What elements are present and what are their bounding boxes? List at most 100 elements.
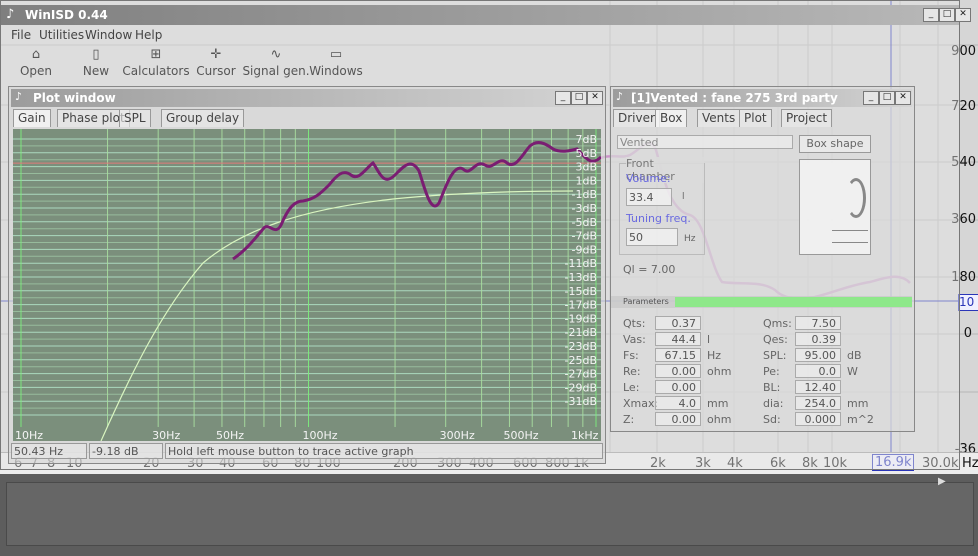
driver-param-value[interactable]: 0.0 — [795, 364, 841, 378]
driver-param-value[interactable]: 254.0 — [795, 396, 841, 410]
driver-param-value[interactable]: 67.15 — [655, 348, 701, 362]
driver-param-name: Xmax: — [623, 397, 659, 410]
tab-box[interactable]: Box — [655, 109, 688, 127]
windows-button[interactable]: ▭ Windows — [301, 46, 371, 79]
db-axis-label: 1dB — [575, 174, 597, 187]
volume-label: Volume: — [626, 172, 671, 185]
tab-driver[interactable]: Driver — [613, 109, 660, 127]
tab-spl[interactable]: SPL — [119, 109, 151, 127]
maximize-icon[interactable]: □ — [571, 91, 587, 105]
driver-param-name: Qts: — [623, 317, 646, 330]
db-axis-label: -13dB — [565, 271, 598, 284]
close-icon[interactable]: ✕ — [587, 91, 603, 105]
tuning-freq-label: Tuning freq. — [626, 212, 691, 225]
title-bar[interactable]: ♪ WinISD 0.44 _ □ ✕ — [1, 5, 971, 25]
vent-line — [832, 230, 868, 231]
driver-param-value[interactable]: 44.4 — [655, 332, 701, 346]
gain-plot-area[interactable]: 7dB 5dB 3dB 1dB -1dB -3dB -5dB -7dB -9dB -11dB -13… — [13, 129, 601, 441]
freq-axis-label: 30Hz — [152, 429, 180, 441]
tab-project[interactable]: Project — [781, 109, 833, 127]
db-axis-label: -27dB — [565, 368, 598, 381]
speaker-icon — [846, 178, 866, 218]
menu-help[interactable]: Help — [135, 28, 162, 42]
db-axis-label: 3dB — [575, 161, 597, 174]
driver-param-name: Qms: — [763, 317, 792, 330]
driver-param-value[interactable]: 0.39 — [795, 332, 841, 346]
menu-utilities[interactable]: Utilities — [39, 28, 84, 42]
driver-param-unit: ohm — [707, 365, 732, 378]
tab-plot[interactable]: Plot — [739, 109, 772, 127]
status-gain: -9.18 dB — [89, 443, 163, 459]
close-icon[interactable]: ✕ — [895, 91, 911, 105]
minimize-icon[interactable]: _ — [863, 91, 879, 105]
new-document-icon: ▯ — [92, 47, 100, 62]
bottom-panel: ▶ — [0, 474, 978, 556]
toolbar: ⌂ Open ▯ New ⊞ Calculators ✛ Cursor ∿ Si… — [1, 46, 959, 86]
menu-window[interactable]: Window — [85, 28, 132, 42]
box-design-window: ♪ [1]Vented : fane 275 3rd party _ □ ✕ D… — [610, 86, 915, 432]
box-window-title-bar[interactable]: ♪ [1]Vented : fane 275 3rd party _ □ ✕ — [613, 89, 912, 107]
driver-param-unit: mm — [707, 397, 729, 410]
freq-axis-label: 300Hz — [440, 429, 475, 441]
maximize-icon[interactable]: □ — [879, 91, 895, 105]
box-shape-preview — [799, 159, 871, 255]
signal-generator-icon: ∿ — [270, 47, 282, 62]
driver-param-value[interactable]: 95.00 — [795, 348, 841, 362]
driver-param-value[interactable]: 7.50 — [795, 316, 841, 330]
freq-axis-label: 100Hz — [303, 429, 338, 441]
db-axis-label: -15dB — [565, 285, 598, 298]
plot-window-title-bar[interactable]: ♪ Plot window _ □ ✕ — [11, 89, 603, 107]
tuning-freq-unit: Hz — [684, 234, 696, 244]
parameters-bar — [675, 297, 912, 307]
box-type-select[interactable]: Vented — [617, 135, 793, 149]
tab-group-delay[interactable]: Group delay — [161, 109, 245, 127]
menu-file[interactable]: File — [11, 28, 31, 42]
tab-vents[interactable]: Vents — [697, 109, 741, 127]
ql-value: Ql = 7.00 — [623, 263, 676, 276]
db-axis-label: -17dB — [565, 299, 598, 312]
minimize-icon[interactable]: _ — [555, 91, 571, 105]
driver-param-value[interactable]: 0.000 — [795, 412, 841, 426]
gain-plot-svg[interactable]: 7dB5dB3dB1dB-1dB-3dB-5dB-7dB-9dB-11dB-13… — [13, 129, 601, 441]
driver-param-name: Z: — [623, 413, 635, 426]
tab-gain[interactable]: Gain — [13, 109, 51, 127]
db-axis-label: -23dB — [565, 340, 598, 353]
tuning-freq-input[interactable]: 50 — [626, 228, 678, 246]
lower-pane — [6, 482, 974, 546]
driver-param-name: Qes: — [763, 333, 788, 346]
freq-axis-label: 50Hz — [216, 429, 244, 441]
right-axis-label: 0 — [963, 326, 972, 341]
minimize-icon[interactable]: _ — [923, 8, 939, 22]
driver-param-value[interactable]: 0.00 — [655, 412, 701, 426]
driver-param-unit: ohm — [707, 413, 732, 426]
plot-window: ♪ Plot window _ □ ✕ Gain Phase plot SPL … — [8, 86, 606, 464]
driver-param-value[interactable]: 4.0 — [655, 396, 701, 410]
freq-axis-label: 500Hz — [503, 429, 538, 441]
box-window-title: [1]Vented : fane 275 3rd party — [631, 91, 838, 105]
driver-param-unit: mm — [847, 397, 869, 410]
volume-input[interactable]: 33.4 — [626, 188, 672, 206]
db-axis-label: -25dB — [565, 354, 598, 367]
driver-param-name: BL: — [763, 381, 781, 394]
maximize-icon[interactable]: □ — [939, 8, 955, 22]
vent-line — [832, 242, 868, 243]
driver-param-name: Fs: — [623, 349, 639, 362]
freq-axis-label: 1kHz — [571, 429, 599, 441]
driver-param-name: dia: — [763, 397, 784, 410]
driver-param-name: Vas: — [623, 333, 646, 346]
volume-unit: l — [682, 192, 685, 202]
driver-param-name: SPL: — [763, 349, 787, 362]
freq-axis-label: 10Hz — [15, 429, 43, 441]
driver-param-value[interactable]: 12.40 — [795, 380, 841, 394]
driver-param-value[interactable]: 0.00 — [655, 380, 701, 394]
driver-param-value[interactable]: 0.37 — [655, 316, 701, 330]
db-axis-label: -11dB — [565, 257, 598, 270]
box-shape-button[interactable]: Box shape — [799, 135, 871, 153]
close-icon[interactable]: ✕ — [955, 8, 971, 22]
freq-unit-label: Hz — [962, 456, 978, 471]
driver-param-unit: W — [847, 365, 858, 378]
db-axis-label: -21dB — [565, 326, 598, 339]
scroll-arrow-icon[interactable]: ▶ — [938, 476, 946, 487]
driver-param-value[interactable]: 0.00 — [655, 364, 701, 378]
db-axis-label: -3dB — [572, 202, 598, 215]
